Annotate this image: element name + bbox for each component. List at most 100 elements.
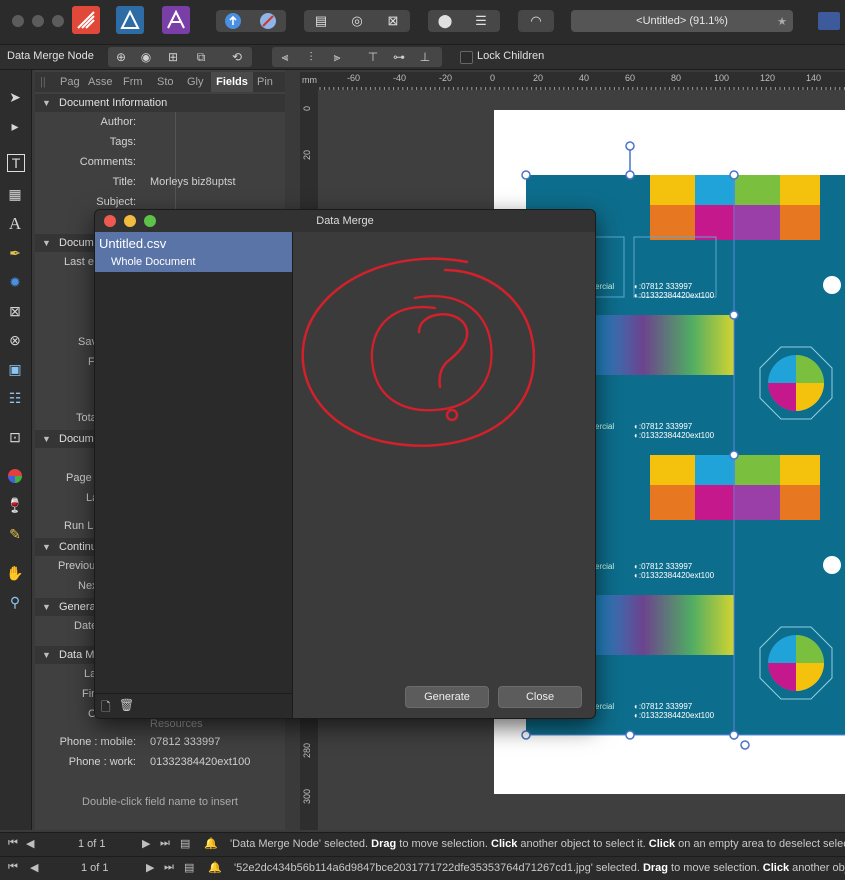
color-picker-tool-icon[interactable] (4, 465, 26, 487)
size-icon[interactable]: ⧉ (190, 47, 212, 67)
reset-transform-icon[interactable]: ⟲ (226, 47, 248, 67)
field-label-previous[interactable]: Previou (58, 560, 95, 572)
tab-fields[interactable]: Fields (211, 72, 253, 92)
tab-glyphs[interactable]: Gly (184, 72, 207, 92)
resize-handle[interactable] (625, 170, 635, 180)
field-label-page[interactable]: Page (66, 472, 92, 484)
text-wrap-icon[interactable]: ☰ (464, 10, 498, 32)
window-minimize-button[interactable] (32, 15, 44, 27)
field-label-first-name[interactable]: Fir (82, 688, 95, 700)
pin-icon[interactable]: ⬤ (428, 10, 462, 32)
shape-tool-icon[interactable]: ✹ (4, 271, 26, 293)
last-page-icon[interactable]: ⏭ (160, 837, 170, 850)
align-left-icon[interactable]: ⫷ (274, 47, 296, 67)
tab-pages[interactable]: Pag (57, 72, 83, 92)
add-source-icon[interactable]: 🗋 (101, 698, 111, 718)
window-close-button[interactable] (12, 15, 24, 27)
dialog-titlebar[interactable]: Data Merge (95, 210, 595, 232)
field-label-phone-work[interactable]: Phone : work: (20, 756, 136, 768)
hand-tool-icon[interactable]: ✋ (4, 562, 26, 584)
resize-handle[interactable] (521, 730, 531, 740)
align-bottom-icon[interactable]: ⊥ (414, 47, 436, 67)
data-source-scope: Whole Document (111, 256, 196, 268)
first-page-icon[interactable]: ⏮ (8, 861, 18, 874)
picture-frame-tool-icon[interactable]: ⊠ (4, 300, 26, 322)
close-button[interactable]: Close (498, 686, 582, 708)
tab-stock[interactable]: Sto (154, 72, 177, 92)
clip-view-icon[interactable]: ⊠ (376, 10, 410, 32)
place-image-tool-icon[interactable]: ▣ (4, 358, 26, 380)
collapse-triangle-icon: ▼ (42, 98, 51, 108)
resize-handle[interactable] (729, 730, 739, 740)
assistant-icon[interactable] (251, 10, 285, 32)
next-page-icon[interactable]: ▶ (142, 837, 150, 850)
previous-page-icon[interactable]: ◀ (30, 861, 38, 874)
align-top-icon[interactable]: ⊤ (362, 47, 384, 67)
last-page-icon[interactable]: ⏭ (164, 861, 174, 874)
normal-view-icon[interactable]: ▤ (304, 10, 338, 32)
resize-handle[interactable] (625, 730, 635, 740)
eyedropper-tool-icon[interactable]: ✎ (4, 523, 26, 545)
align-button-group: ⫷ ⫶ ⫸ ⊤ ⊶ ⊥ (272, 47, 442, 67)
fill-tool-icon[interactable]: 🍷 (4, 494, 26, 516)
bleed-view-icon[interactable]: ◎ (340, 10, 374, 32)
ellipse-frame-tool-icon[interactable]: ⊗ (4, 329, 26, 351)
next-page-icon[interactable]: ▶ (146, 861, 154, 874)
field-label-subject[interactable]: Subject: (36, 196, 136, 208)
field-label-comments[interactable]: Comments: (36, 156, 136, 168)
preflight-icon[interactable]: 🔔 (204, 837, 218, 850)
window-zoom-button[interactable] (52, 15, 64, 27)
preview-button[interactable]: ◠ (518, 10, 554, 32)
resize-handle[interactable] (729, 450, 739, 460)
studio-toggle-icon[interactable] (818, 12, 840, 30)
data-source-item[interactable]: Untitled.csv Whole Document (95, 232, 292, 272)
rotation-handle[interactable] (625, 141, 635, 151)
generate-button[interactable]: Generate (405, 686, 489, 708)
visibility-icon[interactable]: ◉ (135, 47, 157, 67)
share-icon[interactable] (216, 10, 250, 32)
dialog-close-button[interactable] (104, 215, 116, 227)
align-middle-icon[interactable]: ⊶ (388, 47, 410, 67)
text-frame-tool-icon[interactable]: T (7, 154, 25, 172)
publisher-persona-icon[interactable] (72, 6, 100, 34)
field-label-author[interactable]: Author: (36, 116, 136, 128)
dialog-title: Data Merge (316, 215, 374, 227)
pin-group: ⬤ ☰ (428, 10, 500, 32)
lock-children-checkbox[interactable] (460, 51, 473, 64)
artistic-text-tool-icon[interactable]: A (4, 213, 26, 235)
pen-tool-icon[interactable]: ✒ (4, 242, 26, 264)
align-center-icon[interactable]: ⊞ (162, 47, 184, 67)
tab-assets[interactable]: Asse (85, 72, 115, 92)
photo-persona-icon[interactable] (162, 6, 190, 34)
vector-crop-tool-icon[interactable]: ☷ (4, 387, 26, 409)
field-label-last-edited[interactable]: Last e (64, 256, 94, 268)
field-label-tags[interactable]: Tags: (36, 136, 136, 148)
resize-handle[interactable] (729, 310, 739, 320)
page-view-icon[interactable]: ▤ (184, 861, 194, 874)
tab-pinning[interactable]: Pin (254, 72, 276, 92)
dialog-minimize-button[interactable] (124, 215, 136, 227)
move-tool-icon[interactable]: ➤ (4, 86, 26, 108)
align-center-horizontal-icon[interactable]: ⫶ (300, 47, 322, 67)
previous-page-icon[interactable]: ◀ (26, 837, 34, 850)
table-tool-icon[interactable]: ▦ (4, 183, 26, 205)
field-label-title[interactable]: Title: (36, 176, 136, 188)
zoom-tool-icon[interactable]: ⚲ (4, 591, 26, 613)
field-value-title: Morleys biz8uptst (150, 176, 236, 188)
section-document-information[interactable]: ▼ Document Information (35, 94, 285, 112)
node-tool-icon[interactable]: ▸ (4, 115, 26, 137)
transparency-tool-icon[interactable]: ⊡ (4, 426, 26, 448)
preflight-ok-icon[interactable]: 🔔 (208, 861, 222, 874)
page-view-icon[interactable]: ▤ (180, 837, 190, 850)
delete-source-icon[interactable]: 🗑 (119, 698, 134, 712)
first-page-icon[interactable]: ⏮ (8, 837, 18, 850)
resize-handle[interactable] (740, 740, 750, 750)
field-label-phone-mobile[interactable]: Phone : mobile: (20, 736, 136, 748)
dialog-zoom-button[interactable] (144, 215, 156, 227)
designer-persona-icon[interactable] (116, 6, 144, 34)
resize-handle[interactable] (729, 170, 739, 180)
move-origin-icon[interactable]: ⊕ (110, 47, 132, 67)
align-right-icon[interactable]: ⫸ (326, 47, 348, 67)
resize-handle[interactable] (521, 170, 531, 180)
tab-frames[interactable]: Frm (120, 72, 146, 92)
